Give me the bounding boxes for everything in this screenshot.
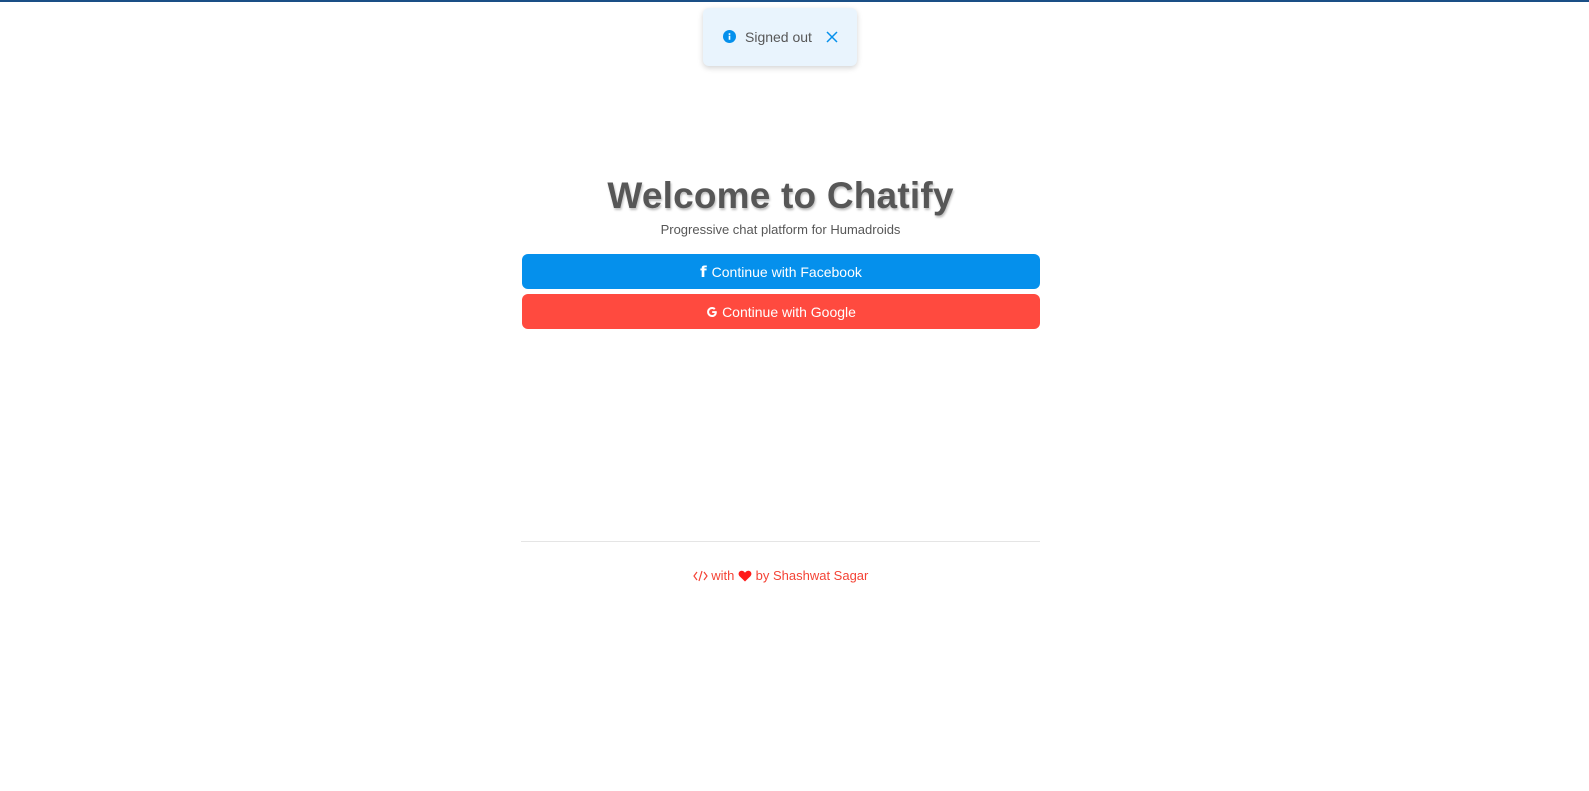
- code-icon: [692, 570, 708, 582]
- info-icon: [723, 29, 736, 43]
- page-subtitle: Progressive chat platform for Humadroids: [660, 222, 901, 237]
- continue-with-google-button[interactable]: Continue with Google: [522, 294, 1040, 329]
- facebook-button-label: Continue with Facebook: [711, 263, 862, 280]
- footer-by-text: by Shashwat Sagar: [755, 568, 869, 583]
- page-title: Welcome to Chatify: [607, 175, 954, 216]
- close-icon[interactable]: [826, 31, 838, 43]
- google-icon: [707, 306, 717, 317]
- footer-divider: [521, 541, 1040, 542]
- facebook-icon: f: [700, 262, 707, 281]
- top-progress-bar: [0, 0, 1589, 2]
- signed-out-toast: Signed out: [703, 8, 857, 66]
- continue-with-facebook-button[interactable]: f Continue with Facebook: [522, 254, 1040, 289]
- welcome-section: Welcome to Chatify Progressive chat plat…: [0, 174, 1561, 239]
- heart-icon: [738, 570, 752, 582]
- toast-message: Signed out: [745, 29, 812, 45]
- footer: with by Shashwat Sagar: [0, 567, 1561, 585]
- google-button-label: Continue with Google: [722, 303, 856, 320]
- footer-with-text: with: [711, 568, 735, 583]
